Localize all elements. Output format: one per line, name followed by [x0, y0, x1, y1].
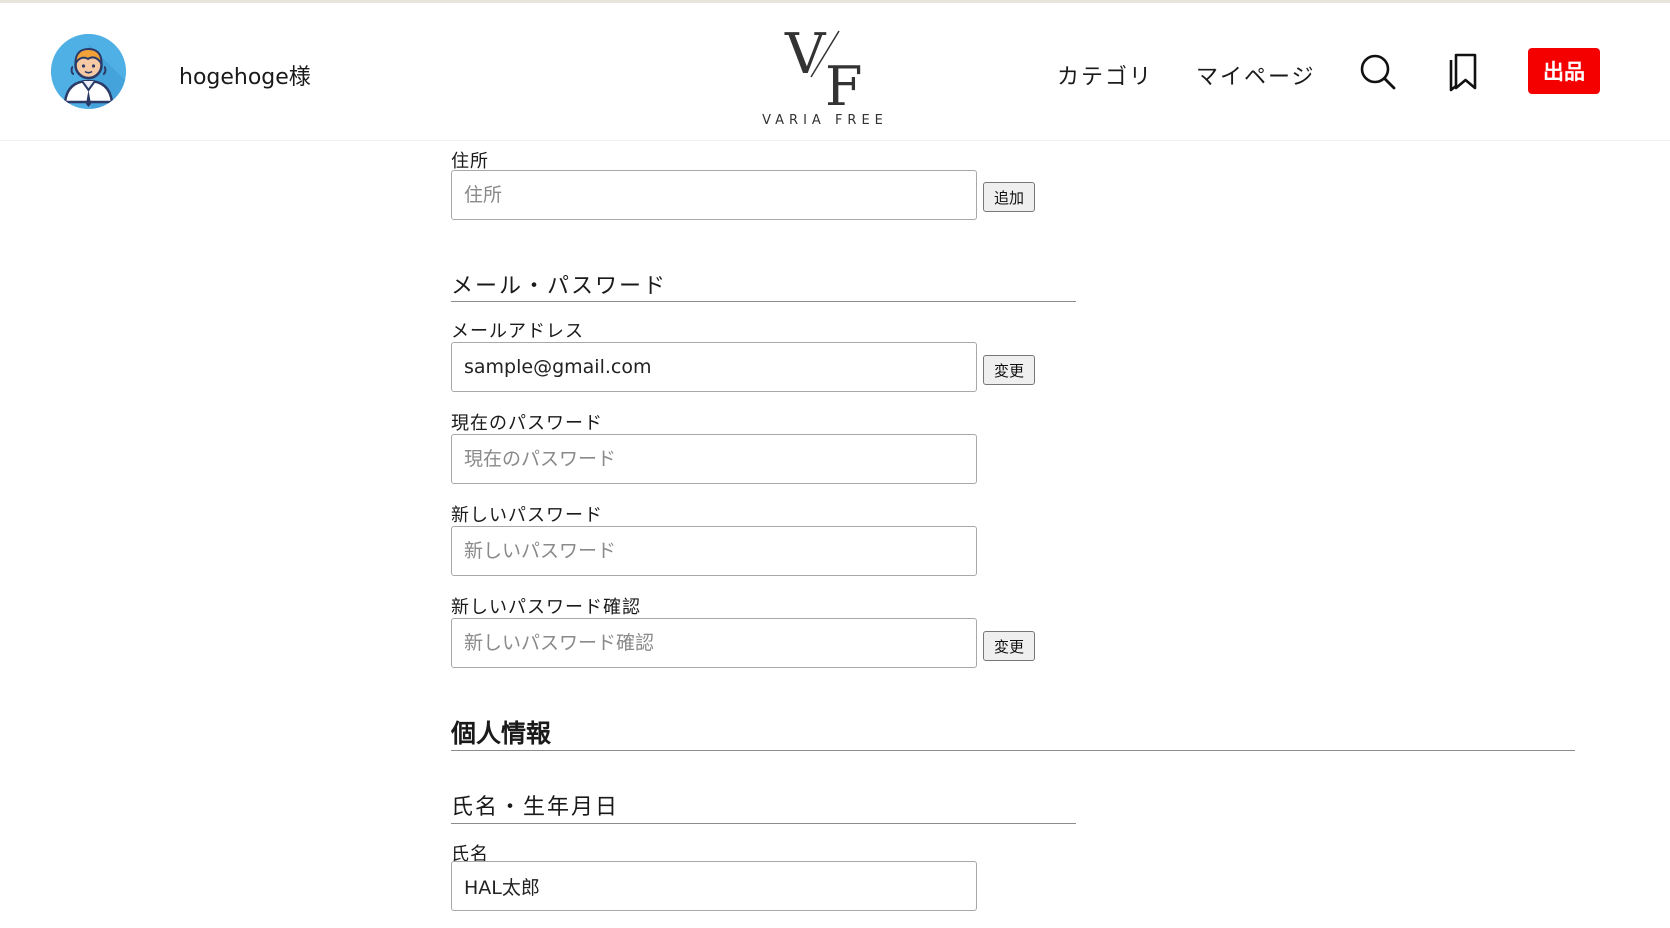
- name-birthdate-divider: [451, 823, 1076, 824]
- current-password-input[interactable]: [451, 434, 977, 484]
- name-birthdate-section-title: 氏名・生年月日: [451, 795, 620, 820]
- mail-password-section-title: メール・パスワード: [451, 274, 668, 299]
- email-input[interactable]: [451, 342, 977, 392]
- mail-password-divider: [451, 301, 1076, 302]
- change-password-button[interactable]: 変更: [983, 631, 1035, 661]
- email-label: メールアドレス: [451, 321, 584, 342]
- confirm-password-label: 新しいパスワード確認: [451, 597, 641, 618]
- add-address-button[interactable]: 追加: [983, 182, 1035, 212]
- settings-form: 住所 追加 メール・パスワード メールアドレス 変更 現在のパスワード 新しいパ…: [0, 0, 1670, 928]
- personal-info-divider: [451, 750, 1575, 751]
- address-input[interactable]: [451, 170, 977, 220]
- name-input[interactable]: [451, 861, 977, 911]
- change-email-button[interactable]: 変更: [983, 355, 1035, 385]
- confirm-password-input[interactable]: [451, 618, 977, 668]
- new-password-label: 新しいパスワード: [451, 505, 603, 526]
- personal-info-title: 個人情報: [451, 719, 552, 748]
- current-password-label: 現在のパスワード: [451, 413, 603, 434]
- new-password-input[interactable]: [451, 526, 977, 576]
